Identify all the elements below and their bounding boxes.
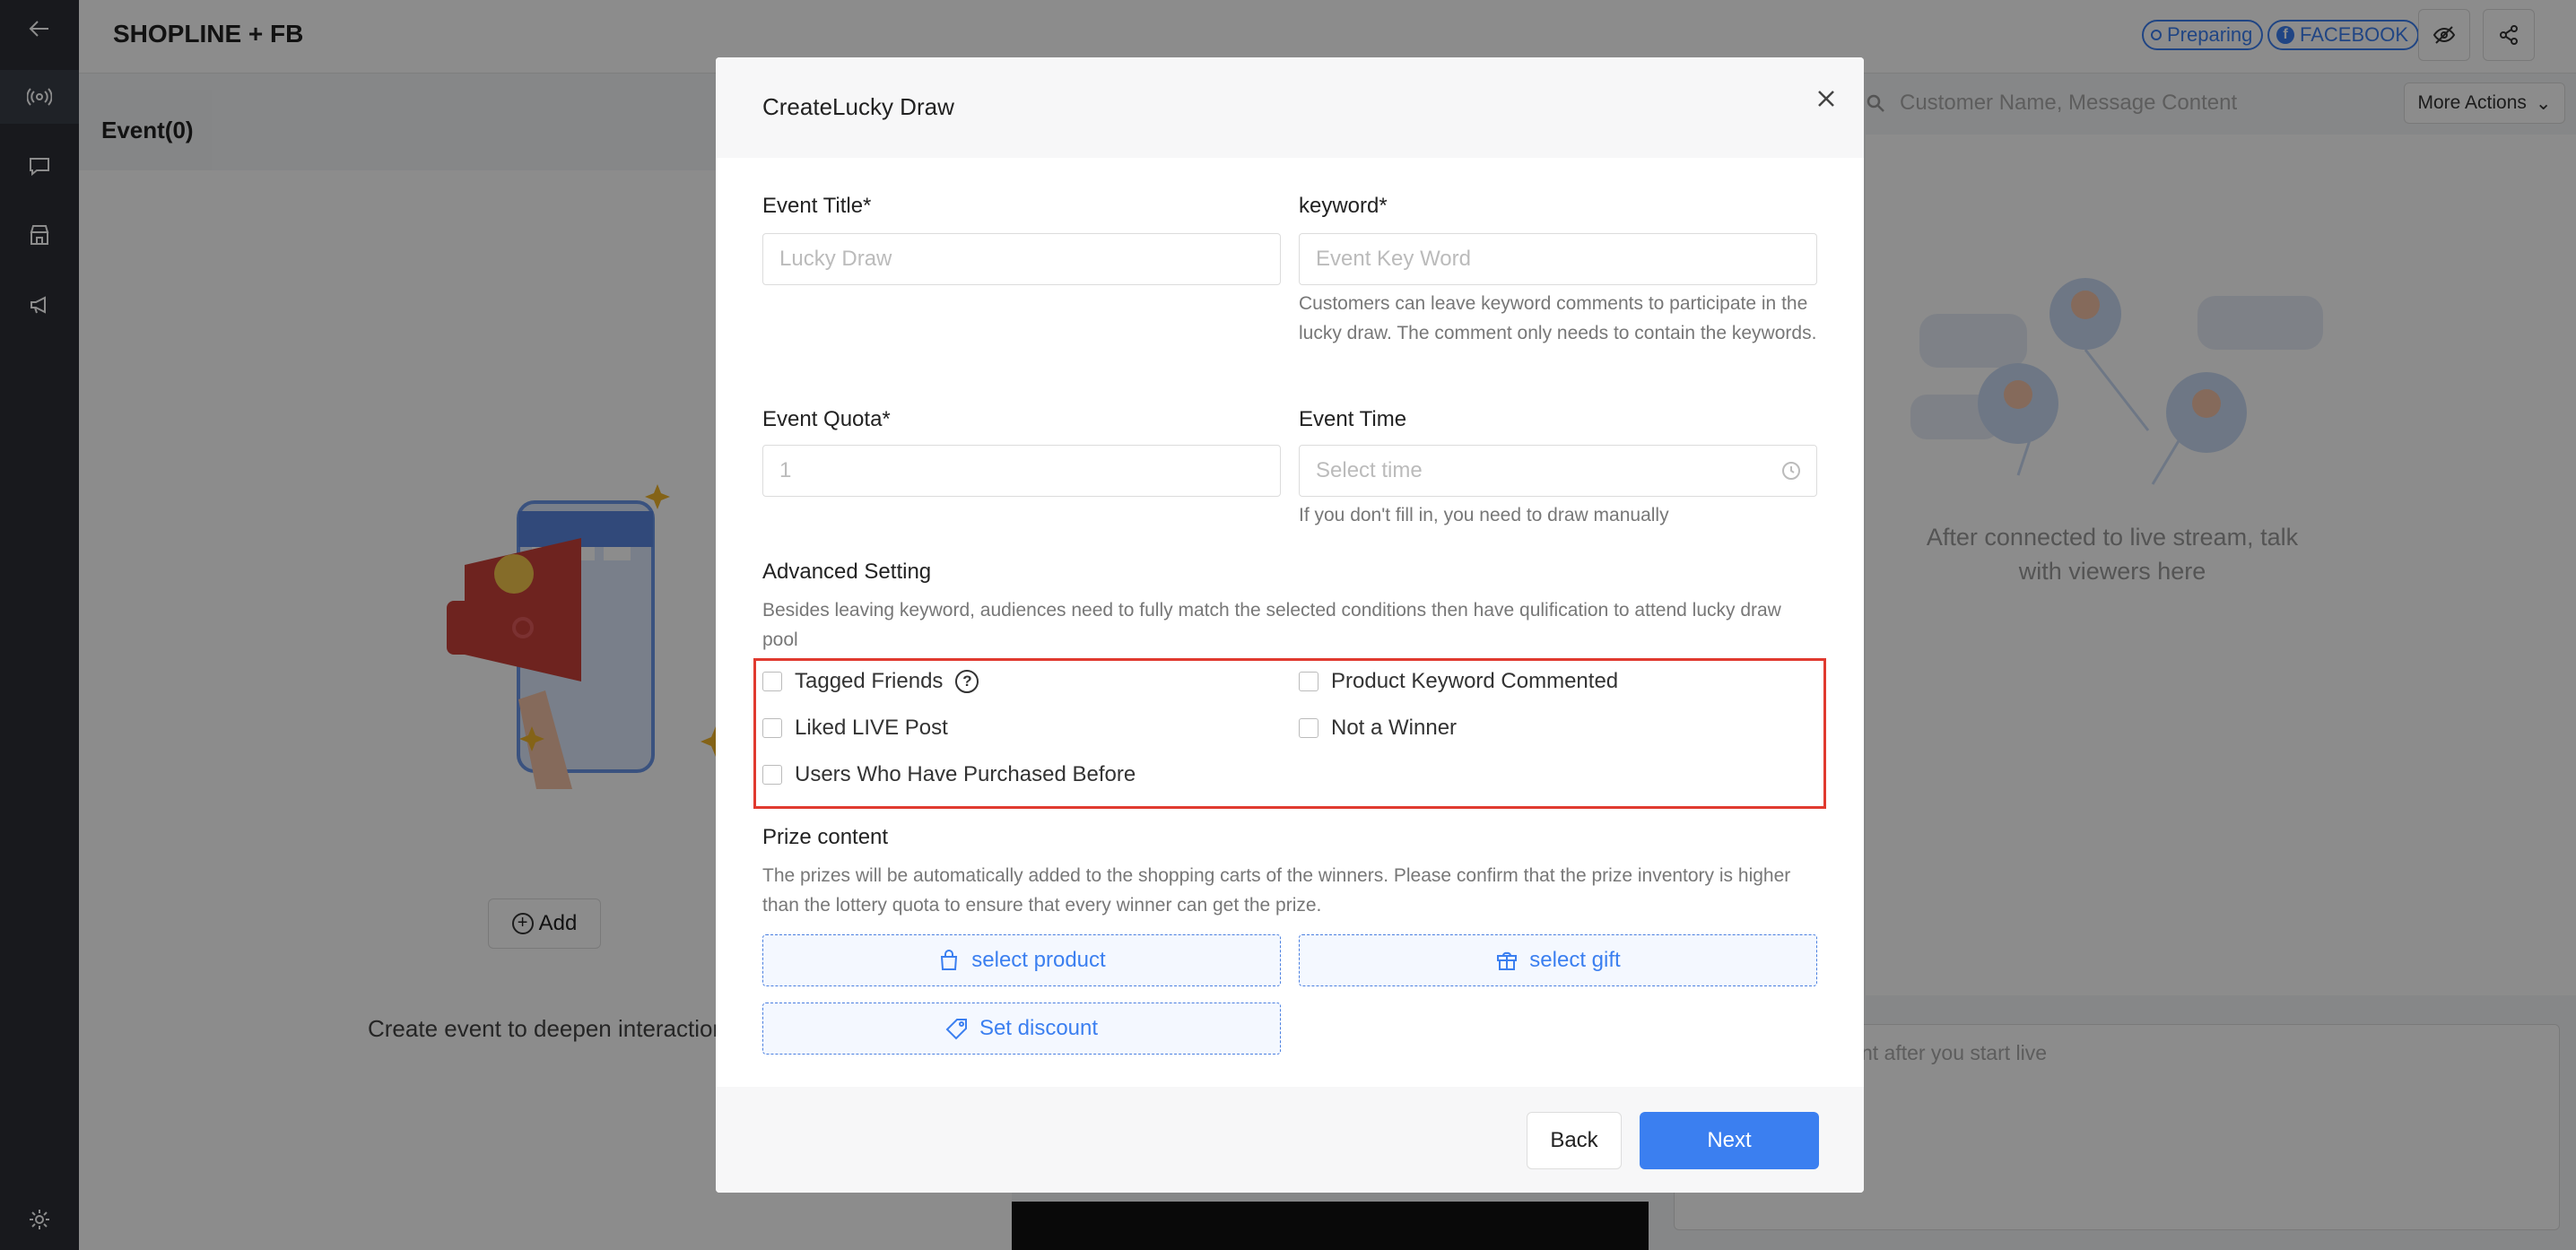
modal-header: CreateLucky Draw — [716, 57, 1864, 158]
event-title-placeholder: Lucky Draw — [779, 247, 892, 271]
select-gift-button[interactable]: select gift — [1299, 934, 1817, 986]
product-keyword-label: Product Keyword Commented — [1331, 669, 1619, 693]
prize-content-title: Prize content — [762, 825, 889, 849]
select-product-button[interactable]: select product — [762, 934, 1281, 986]
liked-live-checkbox[interactable]: Liked LIVE Post — [762, 716, 948, 741]
event-title-label: Event Title* — [762, 194, 872, 218]
event-quota-input[interactable]: 1 — [762, 445, 1281, 497]
keyword-placeholder: Event Key Word — [1316, 247, 1471, 271]
advanced-setting-title: Advanced Setting — [762, 560, 932, 584]
select-gift-label: select gift — [1529, 948, 1621, 972]
event-quota-placeholder: 1 — [779, 458, 792, 482]
event-quota-label: Event Quota* — [762, 407, 891, 431]
prize-content-description: The prizes will be automatically added t… — [762, 865, 1791, 916]
modal-title: CreateLucky Draw — [762, 93, 954, 120]
tag-icon — [945, 1019, 967, 1040]
purchased-before-checkbox[interactable]: Users Who Have Purchased Before — [762, 762, 1136, 787]
advanced-setting-description: Besides leaving keyword, audiences need … — [762, 600, 1781, 650]
close-icon — [1818, 91, 1834, 107]
clock-icon — [1782, 462, 1800, 480]
shopping-bag-icon — [941, 950, 958, 970]
checkbox-box[interactable] — [762, 718, 782, 738]
tagged-friends-checkbox[interactable]: Tagged Friends ? — [762, 669, 979, 694]
product-keyword-checkbox[interactable]: Product Keyword Commented — [1299, 669, 1618, 694]
tagged-friends-label: Tagged Friends — [795, 669, 944, 693]
checkbox-box[interactable] — [762, 672, 782, 691]
keyword-input[interactable]: Event Key Word — [1299, 233, 1817, 285]
liked-live-label: Liked LIVE Post — [795, 716, 948, 740]
create-lucky-draw-modal: CreateLucky Draw Event Title* Lucky Draw… — [716, 57, 1864, 1193]
not-winner-checkbox[interactable]: Not a Winner — [1299, 716, 1457, 741]
set-discount-label: Set discount — [979, 1016, 1099, 1040]
keyword-help-text: Customers can leave keyword comments to … — [1299, 293, 1817, 343]
set-discount-button[interactable]: Set discount — [762, 1003, 1281, 1055]
select-product-label: select product — [971, 948, 1106, 972]
event-time-help-text: If you don't fill in, you need to draw m… — [1299, 505, 1669, 525]
keyword-label: keyword* — [1299, 194, 1388, 218]
event-time-picker[interactable]: Select time — [1299, 445, 1817, 497]
close-button[interactable] — [1810, 82, 1842, 115]
event-title-input[interactable]: Lucky Draw — [762, 233, 1281, 285]
not-winner-label: Not a Winner — [1331, 716, 1458, 740]
event-time-label: Event Time — [1299, 407, 1407, 431]
purchased-before-label: Users Who Have Purchased Before — [795, 762, 1136, 786]
back-button[interactable]: Back — [1527, 1112, 1622, 1169]
checkbox-box[interactable] — [1299, 718, 1318, 738]
checkbox-box[interactable] — [1299, 672, 1318, 691]
event-time-placeholder: Select time — [1316, 458, 1423, 482]
question-circle-icon[interactable]: ? — [955, 670, 979, 693]
checkbox-box[interactable] — [762, 765, 782, 785]
next-button[interactable]: Next — [1640, 1112, 1819, 1169]
gift-icon — [1497, 951, 1518, 970]
